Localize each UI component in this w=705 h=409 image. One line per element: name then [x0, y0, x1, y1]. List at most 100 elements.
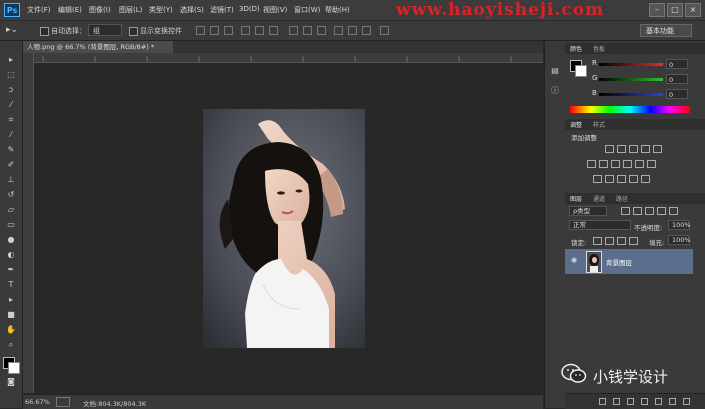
filter-adjustment-icon[interactable]	[633, 207, 642, 215]
menu-3d[interactable]: 3D(D)	[239, 5, 260, 13]
brush-tool-icon[interactable]: ✐	[5, 160, 17, 170]
crop-tool-icon[interactable]: ⌗	[5, 115, 17, 125]
info-panel-icon[interactable]: ⓘ	[549, 85, 561, 97]
vertical-ruler[interactable]	[23, 53, 34, 393]
history-panel-icon[interactable]: ▤	[549, 65, 561, 77]
close-button[interactable]: ×	[685, 3, 701, 17]
layer-mask-icon[interactable]	[627, 398, 634, 405]
history-brush-icon[interactable]: ↺	[5, 190, 17, 200]
document-image[interactable]	[203, 109, 365, 348]
maximize-button[interactable]: □	[667, 3, 683, 17]
slider-r-value[interactable]: 0	[666, 59, 688, 69]
menu-window[interactable]: 窗口(W)	[294, 5, 320, 15]
tab-channels[interactable]: 通道	[593, 194, 605, 203]
type-tool-icon[interactable]: T	[5, 280, 17, 290]
workspace-switcher[interactable]: 基本功能	[640, 24, 692, 37]
show-transform-checkbox[interactable]	[129, 27, 138, 36]
slider-g-track[interactable]	[599, 78, 663, 81]
quick-select-icon[interactable]: ⁄	[5, 100, 17, 110]
tab-swatches[interactable]: 色板	[593, 44, 605, 53]
background-color-swatch[interactable]	[8, 362, 20, 374]
menu-view[interactable]: 视图(V)	[263, 5, 287, 15]
distribute-middle-icon[interactable]	[303, 26, 312, 35]
zoom-tool-icon[interactable]: ⌕	[5, 340, 17, 350]
blur-icon[interactable]: ●	[5, 235, 17, 245]
pen-tool-icon[interactable]: ✒	[5, 265, 17, 275]
distribute-top-icon[interactable]	[289, 26, 298, 35]
marquee-tool-icon[interactable]: ⬚	[5, 70, 17, 80]
lasso-tool-icon[interactable]: ↄ	[5, 85, 17, 95]
zoom-readout[interactable]: 66.67%	[25, 398, 50, 406]
align-middle-icon[interactable]	[210, 26, 219, 35]
status-menu-icon[interactable]	[56, 397, 70, 407]
filter-smart-icon[interactable]	[669, 207, 678, 215]
menu-select[interactable]: 选择(S)	[180, 5, 204, 15]
opacity-input[interactable]: 100%	[668, 220, 691, 230]
color-spectrum-bar[interactable]	[570, 106, 690, 113]
delete-layer-icon[interactable]	[683, 398, 690, 405]
menu-filter[interactable]: 滤镜(T)	[210, 5, 234, 15]
filter-type-icon[interactable]	[645, 207, 654, 215]
visibility-eye-icon[interactable]: ◉	[571, 257, 579, 264]
selective-color-icon[interactable]	[641, 175, 650, 183]
menu-type[interactable]: 类型(Y)	[149, 5, 173, 15]
brightness-icon[interactable]	[605, 145, 614, 153]
distribute-bottom-icon[interactable]	[317, 26, 326, 35]
layer-filter-dropdown[interactable]: ρ类型	[569, 206, 607, 216]
hand-tool-icon[interactable]: ✋	[5, 325, 17, 335]
slider-g-value[interactable]: 0	[666, 74, 688, 84]
auto-select-dropdown[interactable]: 组	[88, 24, 122, 36]
auto-select-checkbox[interactable]	[40, 27, 49, 36]
posterize-icon[interactable]	[605, 175, 614, 183]
move-tool-preset-icon[interactable]: ▸⌄	[6, 25, 18, 35]
clone-stamp-icon[interactable]: ⊥	[5, 175, 17, 185]
adjustment-layer-icon[interactable]	[641, 398, 648, 405]
move-tool-icon[interactable]: ▸	[5, 55, 17, 65]
curves-icon[interactable]	[629, 145, 638, 153]
rectangle-tool-icon[interactable]: ■	[5, 310, 17, 320]
levels-icon[interactable]	[617, 145, 626, 153]
slider-b-track[interactable]	[599, 93, 663, 96]
fill-input[interactable]: 100%	[668, 235, 691, 245]
hue-saturation-icon[interactable]	[587, 160, 596, 168]
lock-all-icon[interactable]	[629, 237, 638, 245]
layer-style-icon[interactable]	[613, 398, 620, 405]
align-right-icon[interactable]	[269, 26, 278, 35]
document-tab[interactable]: 人物.png @ 66.7% (背景图层, RGB/8#) *	[23, 41, 173, 53]
threshold-icon[interactable]	[617, 175, 626, 183]
menu-edit[interactable]: 编辑(E)	[58, 5, 82, 15]
link-layers-icon[interactable]	[599, 398, 606, 405]
align-bottom-icon[interactable]	[224, 26, 233, 35]
gradient-icon[interactable]: ▭	[5, 220, 17, 230]
invert-icon[interactable]	[593, 175, 602, 183]
slider-b-value[interactable]: 0	[666, 89, 688, 99]
filter-pixel-icon[interactable]	[621, 207, 630, 215]
menu-image[interactable]: 图像(I)	[89, 5, 111, 15]
color-balance-icon[interactable]	[599, 160, 608, 168]
tab-paths[interactable]: 路径	[616, 194, 628, 203]
align-top-icon[interactable]	[196, 26, 205, 35]
horizontal-ruler[interactable]	[33, 53, 543, 63]
distribute-center-icon[interactable]	[348, 26, 357, 35]
filter-shape-icon[interactable]	[657, 207, 666, 215]
gradient-map-icon[interactable]	[629, 175, 638, 183]
exposure-icon[interactable]	[641, 145, 650, 153]
quick-mask-icon[interactable]: ◙	[5, 377, 17, 387]
photo-filter-icon[interactable]	[623, 160, 632, 168]
healing-brush-icon[interactable]: ✎	[5, 145, 17, 155]
eraser-icon[interactable]: ▱	[5, 205, 17, 215]
dodge-icon[interactable]: ◐	[5, 250, 17, 260]
minimize-button[interactable]: –	[649, 3, 665, 17]
slider-r-track[interactable]	[599, 63, 663, 66]
vibrance-icon[interactable]	[653, 145, 662, 153]
align-center-icon[interactable]	[255, 26, 264, 35]
layer-row[interactable]: ◉ 背景图层	[565, 249, 693, 274]
distribute-left-icon[interactable]	[334, 26, 343, 35]
lock-transparent-icon[interactable]	[593, 237, 602, 245]
tab-layers[interactable]: 图层	[570, 194, 582, 203]
menu-layer[interactable]: 图层(L)	[119, 5, 142, 15]
menu-file[interactable]: 文件(F)	[27, 5, 51, 15]
tab-styles[interactable]: 样式	[593, 120, 605, 129]
new-group-icon[interactable]	[655, 398, 662, 405]
color-background-swatch[interactable]	[575, 65, 587, 77]
